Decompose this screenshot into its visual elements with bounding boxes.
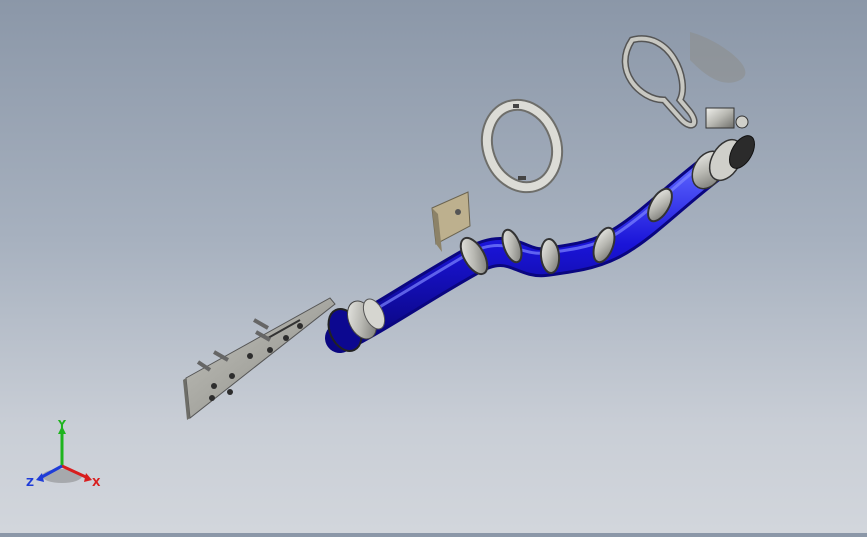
z-axis-label: Z bbox=[26, 476, 34, 489]
mounting-plate[interactable] bbox=[183, 297, 336, 420]
loose-clamp-ring[interactable] bbox=[476, 95, 569, 197]
orientation-triad: Y X Z bbox=[26, 418, 101, 489]
model-view[interactable] bbox=[0, 0, 867, 533]
x-axis-label: X bbox=[92, 476, 101, 489]
right-hose-fitting[interactable] bbox=[686, 131, 760, 194]
loop-clamp-bracket[interactable] bbox=[621, 32, 749, 129]
graphics-viewport[interactable] bbox=[0, 0, 867, 533]
x-axis-head bbox=[84, 473, 92, 482]
y-axis-label: Y bbox=[57, 418, 67, 431]
